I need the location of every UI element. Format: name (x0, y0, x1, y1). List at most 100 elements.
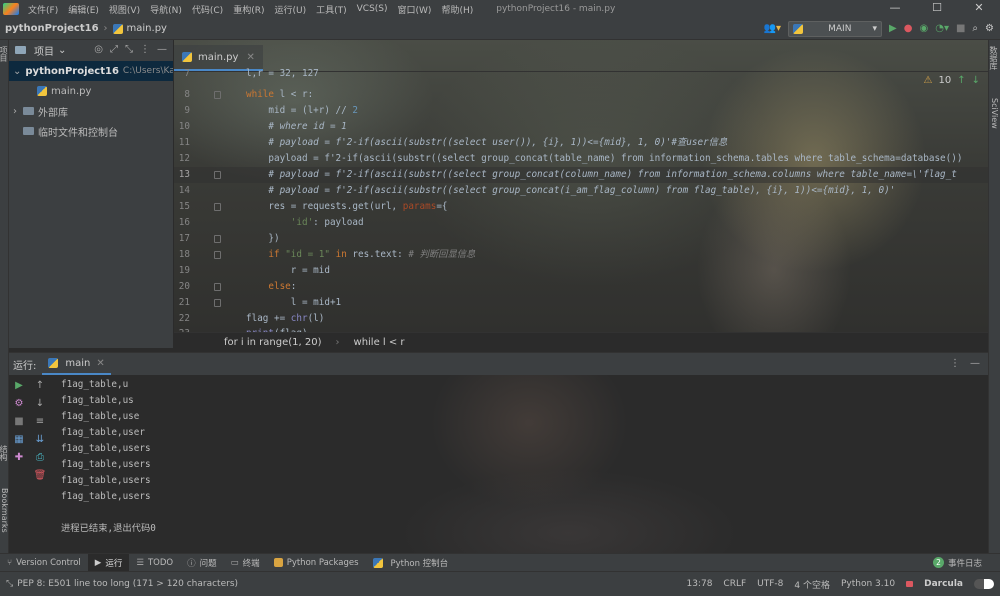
tool-window-python-packages[interactable]: Python Packages (267, 554, 366, 572)
fold-marker-icon[interactable] (214, 171, 221, 179)
code-lines[interactable]: 7 l,r = 32, 127 8 while l < r: 9 mid = (l+… (174, 68, 988, 339)
code-line: 8 while l < r: (174, 87, 988, 103)
fold-marker-icon[interactable] (214, 251, 221, 259)
run-icon[interactable]: ▶ (889, 24, 897, 34)
line-number: 19 (178, 265, 190, 276)
tree-item-external-libraries[interactable]: › 外部库 (9, 101, 173, 121)
maximize-button[interactable]: ☐ (916, 0, 958, 16)
event-log[interactable]: 2 事件日志 (932, 557, 1000, 569)
console-output[interactable]: f1ag_table,u f1ag_table,us f1ag_table,us… (61, 377, 156, 537)
menu-code[interactable]: 代码(C) (187, 3, 228, 16)
menu-run[interactable]: 运行(U) (269, 3, 311, 16)
project-panel-title[interactable]: 项目 (34, 43, 54, 58)
tool-window-python-console[interactable]: Python 控制台 (366, 554, 456, 572)
run-panel: 运行: main ✕ ⋮ — ▶ ⚙ ■ ▦ ✚ ↑ ↓ ≡ ⇊ ⎙ 🗑 f1a… (9, 352, 988, 553)
rerun-icon[interactable]: ▶ (15, 381, 23, 391)
add-user-icon[interactable]: 👥▾ (764, 24, 781, 34)
chevron-down-icon[interactable]: ⌄ (58, 45, 66, 56)
database-tool-tab[interactable]: 数据库 (988, 46, 999, 70)
settings-icon[interactable]: ⚙ (15, 399, 24, 409)
sciview-tool-tab[interactable]: SciView (990, 98, 999, 129)
breadcrumb-file[interactable]: main.py (127, 23, 167, 34)
keyword: else (268, 281, 291, 292)
pin-icon[interactable]: ✚ (15, 453, 23, 463)
python-console-icon (372, 557, 383, 568)
menu-help[interactable]: 帮助(H) (436, 3, 478, 16)
close-tab-icon[interactable]: ✕ (96, 358, 104, 369)
scroll-to-end-icon[interactable]: ⇊ (36, 435, 44, 445)
search-icon[interactable]: ⌕ (972, 24, 978, 34)
target-icon[interactable]: ◎ (94, 45, 103, 55)
project-tool-tab[interactable]: 项目 (0, 46, 9, 62)
breadcrumb-project[interactable]: pythonProject16 (0, 23, 99, 34)
tool-window-terminal[interactable]: ▭ 终端 (224, 554, 267, 572)
line-number: 22 (178, 313, 190, 324)
profile-icon[interactable]: ◔▾ (935, 24, 949, 34)
console-line: f1ag_table,users (61, 475, 151, 486)
menu-file[interactable]: 文件(F) (23, 3, 63, 16)
gear-icon[interactable]: ⚙ (985, 24, 994, 34)
theme-name[interactable]: Darcula (924, 579, 963, 589)
menu-view[interactable]: 视图(V) (104, 3, 145, 16)
python-file-icon (37, 86, 47, 96)
scroll-up-icon[interactable]: ↑ (36, 381, 44, 391)
minimize-button[interactable]: — (874, 0, 916, 16)
code-line: 10 # where id = 1 (174, 119, 988, 135)
close-tab-icon[interactable]: ✕ (246, 52, 254, 63)
more-options-icon[interactable]: ⋮ (140, 45, 150, 55)
keyword: in (335, 249, 347, 260)
more-options-icon[interactable]: ⋮ (950, 359, 960, 369)
code-breadcrumb-while[interactable]: while l < r (354, 337, 405, 348)
stop-icon[interactable]: ■ (14, 417, 23, 427)
menu-window[interactable]: 窗口(W) (393, 3, 437, 16)
tool-window-problems[interactable]: ⓘ 问题 (180, 554, 224, 572)
run-configuration-selector[interactable]: MAIN ▾ (788, 21, 883, 37)
tool-window-version-control[interactable]: ⑂ Version Control (0, 554, 88, 572)
debug-icon[interactable]: ● (904, 24, 913, 34)
collapse-all-icon[interactable]: ⤡ (125, 45, 133, 55)
code-breadcrumb-for[interactable]: for i in range(1, 20) (224, 337, 322, 348)
fold-marker-icon[interactable] (214, 283, 221, 291)
tree-item-project-root[interactable]: ⌄ pythonProject16 C:\Users\Kane (9, 61, 173, 81)
hide-panel-icon[interactable]: — (970, 359, 980, 369)
tree-item-scratches[interactable]: 临时文件和控制台 (9, 121, 173, 141)
clear-all-icon[interactable]: 🗑 (34, 471, 47, 481)
tree-item-main-py[interactable]: main.py (9, 81, 173, 101)
bookmarks-tool-tab[interactable]: Bookmarks (0, 488, 9, 533)
layout-icon[interactable]: ▦ (14, 435, 23, 445)
menu-refactor[interactable]: 重构(R) (228, 3, 269, 16)
tool-window-todo[interactable]: ☰ TODO (129, 554, 180, 572)
fold-marker-icon[interactable] (214, 299, 221, 307)
code-line: 16 'id': payload (174, 215, 988, 231)
menu-navigate[interactable]: 导航(N) (145, 3, 187, 16)
python-interpreter[interactable]: Python 3.10 (841, 579, 895, 589)
soft-wrap-icon[interactable]: ≡ (36, 417, 44, 427)
menu-edit[interactable]: 编辑(E) (63, 3, 104, 16)
print-icon[interactable]: ⎙ (36, 453, 44, 463)
fold-marker-icon[interactable] (214, 235, 221, 243)
code-text: l = mid+1 (246, 297, 342, 308)
fold-marker-icon[interactable] (214, 91, 221, 99)
fold-marker-icon[interactable] (214, 203, 221, 211)
caret-position[interactable]: 13:78 (686, 579, 712, 589)
chevron-right-icon[interactable]: › (13, 106, 23, 117)
menu-tools[interactable]: 工具(T) (311, 3, 352, 16)
lock-icon[interactable] (906, 581, 914, 587)
run-tab-main[interactable]: main ✕ (42, 353, 111, 375)
stop-icon[interactable]: ■ (956, 24, 965, 34)
hide-panel-icon[interactable]: — (157, 45, 167, 55)
menu-vcs[interactable]: VCS(S) (352, 4, 393, 14)
chevron-down-icon[interactable]: ⌄ (13, 66, 21, 77)
line-separator[interactable]: CRLF (723, 579, 746, 589)
tool-window-run[interactable]: ▶ 运行 (87, 553, 130, 572)
theme-toggle-icon[interactable] (974, 579, 994, 589)
indent-setting[interactable]: 4 个空格 (794, 578, 830, 591)
expand-all-icon[interactable]: ⤢ (110, 45, 118, 55)
file-encoding[interactable]: UTF-8 (757, 579, 783, 589)
scroll-down-icon[interactable]: ↓ (36, 399, 44, 409)
coverage-icon[interactable]: ◉ (919, 24, 928, 34)
line-number: 18 (178, 249, 190, 260)
status-message[interactable]: ⤡ PEP 8: E501 line too long (171 > 120 c… (0, 579, 238, 589)
close-window-button[interactable]: ✕ (958, 0, 1000, 16)
structure-tool-tab[interactable]: 结构 (0, 445, 9, 461)
